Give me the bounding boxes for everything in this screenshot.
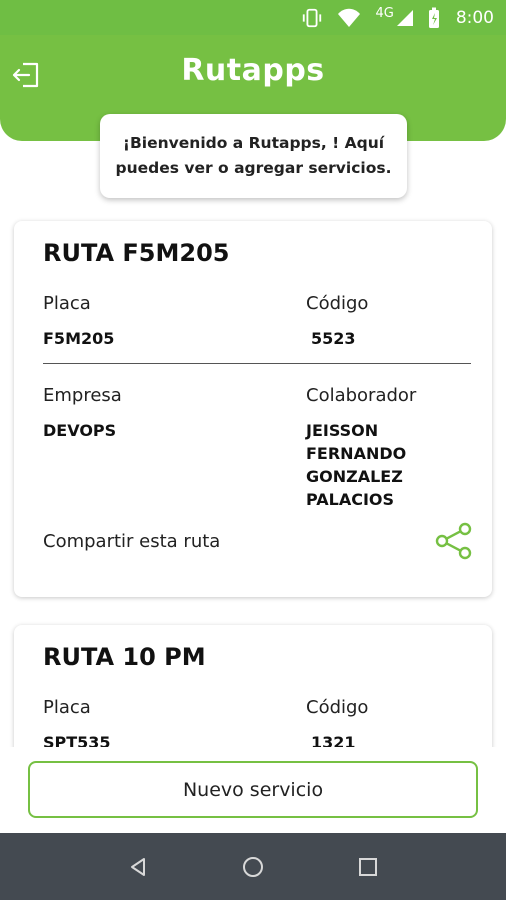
placa-value: F5M205 <box>43 329 115 348</box>
colaborador-value: JEISSON FERNANDO GONZALEZ PALACIOS <box>306 419 406 511</box>
system-nav-bar <box>0 833 506 900</box>
signal-icon <box>396 9 413 26</box>
colaborador-line: PALACIOS <box>306 490 395 509</box>
colaborador-label: Colaborador <box>306 385 417 406</box>
codigo-label: Código <box>306 697 369 718</box>
placa-label: Placa <box>43 697 91 718</box>
vibrate-icon <box>301 7 323 29</box>
colaborador-line: FERNANDO <box>306 444 407 463</box>
recents-icon[interactable] <box>348 847 388 887</box>
route-card[interactable]: RUTA 10 PM Placa Código SPT535 1321 <box>14 625 492 747</box>
codigo-label: Código <box>306 293 369 314</box>
empresa-value: DEVOPS <box>43 421 117 440</box>
network-label: 4G <box>375 6 394 21</box>
divider <box>43 363 471 364</box>
codigo-value: 5523 <box>311 329 356 348</box>
network-type: 4G <box>375 6 413 27</box>
battery-icon <box>428 7 440 29</box>
route-card[interactable]: RUTA F5M205 Placa Código F5M205 5523 Emp… <box>14 221 492 597</box>
codigo-value: 1321 <box>311 733 356 747</box>
share-icon[interactable] <box>434 521 474 561</box>
welcome-message: ¡Bienvenido a Rutapps, ! Aquí puedes ver… <box>100 114 407 198</box>
route-title: RUTA 10 PM <box>43 643 206 671</box>
placa-value: SPT535 <box>43 733 111 747</box>
empresa-label: Empresa <box>43 385 122 406</box>
app-screen: 4G 8:00 Rutapps ¡Bienvenido a Rutapps, !… <box>0 0 506 900</box>
back-icon[interactable] <box>118 847 158 887</box>
status-bar: 4G 8:00 <box>0 0 506 35</box>
colaborador-line: JEISSON <box>306 421 379 440</box>
placa-label: Placa <box>43 293 91 314</box>
app-logo: Rutapps <box>181 53 325 88</box>
home-icon[interactable] <box>233 847 273 887</box>
colaborador-line: GONZALEZ <box>306 467 403 486</box>
share-route-label: Compartir esta ruta <box>43 531 221 552</box>
route-list[interactable]: RUTA F5M205 Placa Código F5M205 5523 Emp… <box>0 205 506 747</box>
new-service-button[interactable]: Nuevo servicio <box>28 761 478 818</box>
wifi-icon <box>337 8 361 28</box>
route-title: RUTA F5M205 <box>43 239 230 267</box>
clock: 8:00 <box>455 7 494 28</box>
